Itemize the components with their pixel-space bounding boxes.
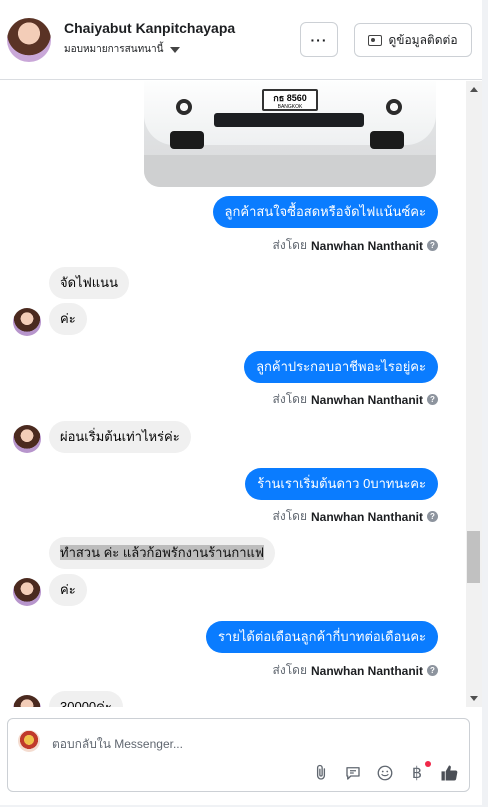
sent-by-prefix: ส่งโดย xyxy=(272,663,307,677)
help-icon[interactable]: ? xyxy=(427,240,438,251)
contact-avatar-small xyxy=(13,578,41,606)
message-thread[interactable]: กธ 8560 BANGKOK ลูกค้าสนใจซื้อสดหรือจัดไ… xyxy=(0,81,466,707)
contact-card-icon xyxy=(368,34,383,46)
incoming-message[interactable]: ค่ะ xyxy=(49,574,87,606)
contact-avatar[interactable] xyxy=(7,18,51,62)
saved-reply-icon[interactable] xyxy=(343,763,363,783)
composer-toolbar: ฿ xyxy=(311,761,459,783)
sent-by-label: ส่งโดย Nanwhan Nanthanit ? xyxy=(273,507,438,526)
more-options-button[interactable]: ··· xyxy=(300,22,338,57)
plate-province: BANGKOK xyxy=(277,104,303,110)
tire-left xyxy=(170,131,204,149)
notification-dot xyxy=(425,761,431,767)
baht-payment-icon[interactable]: ฿ xyxy=(407,761,431,783)
like-icon[interactable] xyxy=(439,763,459,783)
sender-name: Nanwhan Nanthanit xyxy=(310,392,423,407)
help-icon[interactable]: ? xyxy=(427,511,438,522)
sender-name: Nanwhan Nanthanit xyxy=(310,663,423,678)
sent-by-label: ส่งโดย Nanwhan Nanthanit ? xyxy=(273,390,438,409)
assign-label: มอบหมายการสนทนานี้ xyxy=(64,44,164,55)
reply-input[interactable]: ตอบกลับใน Messenger... xyxy=(52,735,183,754)
scroll-down-arrow-icon[interactable] xyxy=(470,696,478,701)
contact-avatar-small xyxy=(13,695,41,707)
help-icon[interactable]: ? xyxy=(427,665,438,676)
sender-name: Nanwhan Nanthanit xyxy=(310,509,423,524)
sent-by-prefix: ส่งโดย xyxy=(272,509,307,523)
license-plate: กธ 8560 BANGKOK xyxy=(262,89,318,111)
outgoing-message[interactable]: รายได้ต่อเดือนลูกค้ากี่บาทต่อเดือนคะ xyxy=(205,621,438,653)
incoming-message[interactable]: ค่ะ xyxy=(49,303,87,335)
sent-by-prefix: ส่งโดย xyxy=(272,238,307,252)
incoming-message[interactable]: ผ่อนเริ่มต้นเท่าไหร่ค่ะ xyxy=(49,421,191,453)
plate-number: กธ 8560 xyxy=(273,93,307,103)
reply-composer[interactable]: ตอบกลับใน Messenger... ฿ xyxy=(7,718,470,792)
outgoing-message[interactable]: ลูกค้าประกอบอาชีพอะไรอยู่คะ xyxy=(244,351,438,383)
outgoing-message[interactable]: ลูกค้าสนใจซื้อสดหรือจัดไฟแน้นซ์คะ xyxy=(212,196,438,228)
assign-conversation-dropdown[interactable]: มอบหมายการสนทนานี้ xyxy=(64,42,181,57)
highlighted-text: ทำสวน ค่ะ แล้วก้อพรักงานร้านกาแฟ xyxy=(60,545,265,560)
sender-name: Nanwhan Nanthanit xyxy=(310,238,423,253)
contact-avatar-small xyxy=(13,308,41,336)
caret-down-icon xyxy=(170,46,181,53)
tire-right xyxy=(370,131,404,149)
page-avatar xyxy=(18,730,40,752)
car-grille xyxy=(214,113,364,127)
conversation-panel: Chaiyabut Kanpitchayapa มอบหมายการสนทนาน… xyxy=(0,0,482,805)
showroom-floor xyxy=(144,155,436,187)
contact-name[interactable]: Chaiyabut Kanpitchayapa xyxy=(64,20,235,36)
thread-scrollbar[interactable] xyxy=(466,81,482,707)
sent-by-prefix: ส่งโดย xyxy=(272,392,307,406)
emoji-icon[interactable] xyxy=(375,763,395,783)
incoming-message[interactable]: จัดไฟแนน xyxy=(49,267,129,299)
incoming-message[interactable]: ทำสวน ค่ะ แล้วก้อพรักงานร้านกาแฟ xyxy=(49,537,276,569)
sent-by-label: ส่งโดย Nanwhan Nanthanit ? xyxy=(273,236,438,255)
incoming-message[interactable]: 30000ค่ะ xyxy=(49,691,123,707)
view-contact-info-button[interactable]: ดูข้อมูลติดต่อ xyxy=(354,23,472,57)
contact-avatar-small xyxy=(13,425,41,453)
outgoing-message[interactable]: ร้านเราเริ่มต้นดาว 0บาทนะคะ xyxy=(245,468,438,500)
view-contact-info-label: ดูข้อมูลติดต่อ xyxy=(388,32,458,47)
conversation-header: Chaiyabut Kanpitchayapa มอบหมายการสนทนาน… xyxy=(0,0,482,80)
attachment-icon[interactable] xyxy=(311,763,331,783)
help-icon[interactable]: ? xyxy=(427,394,438,405)
scroll-up-arrow-icon[interactable] xyxy=(470,87,478,92)
shared-car-photo[interactable]: กธ 8560 BANGKOK xyxy=(144,81,436,187)
fog-lamp-right xyxy=(386,99,402,115)
fog-lamp-left xyxy=(176,99,192,115)
scrollbar-thumb[interactable] xyxy=(467,531,480,583)
sent-by-label: ส่งโดย Nanwhan Nanthanit ? xyxy=(273,661,438,680)
